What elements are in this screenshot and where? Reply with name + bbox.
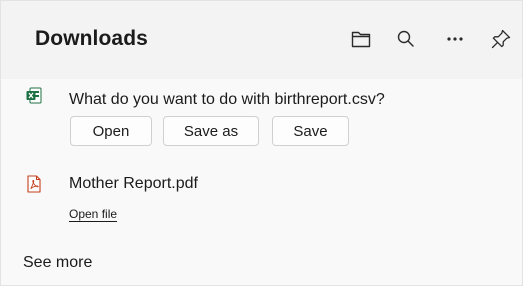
see-more-link[interactable]: See more <box>23 254 92 272</box>
download-item-csv: What do you want to do with birthreport.… <box>1 79 522 159</box>
folder-icon[interactable] <box>345 23 377 55</box>
open-button[interactable]: Open <box>70 116 152 146</box>
open-file-link[interactable]: Open file <box>69 207 117 221</box>
pin-icon[interactable] <box>485 23 517 55</box>
download-filename: Mother Report.pdf <box>69 175 198 192</box>
downloads-header: Downloads <box>1 1 522 79</box>
panel-title: Downloads <box>35 27 148 50</box>
pdf-icon <box>26 175 42 193</box>
download-prompt: What do you want to do with birthreport.… <box>69 91 385 108</box>
search-icon[interactable] <box>390 23 422 55</box>
downloads-panel: Downloads What do you want to do with bi… <box>0 0 523 286</box>
download-item-pdf: Mother Report.pdf Open file <box>1 167 522 237</box>
save-as-button[interactable]: Save as <box>163 116 259 146</box>
save-button[interactable]: Save <box>272 116 349 146</box>
more-icon[interactable] <box>439 23 471 55</box>
downloads-list: What do you want to do with birthreport.… <box>1 79 522 285</box>
excel-csv-icon <box>26 87 42 105</box>
